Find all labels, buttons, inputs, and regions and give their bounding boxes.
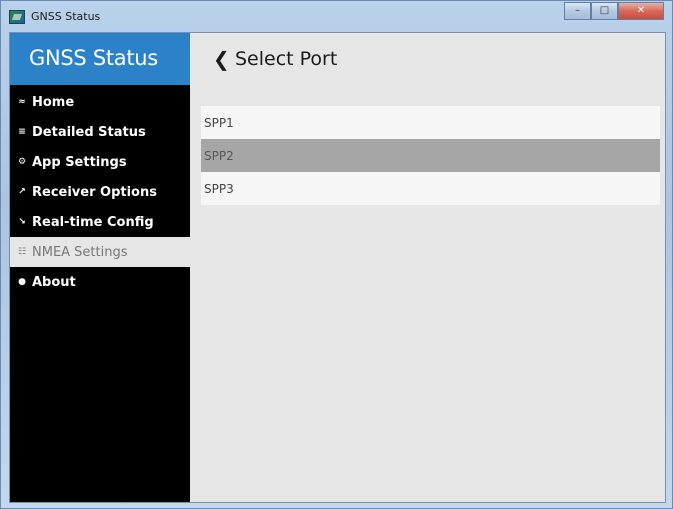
signal-icon: ↘ <box>18 217 26 227</box>
sidebar-item-detailed-status[interactable]: ≡ Detailed Status <box>10 117 190 147</box>
port-list: SPP1 SPP2 SPP3 <box>201 106 660 205</box>
sidebar-item-label: Detailed Status <box>32 124 146 140</box>
close-button[interactable]: ✕ <box>618 2 664 20</box>
sidebar-item-label: App Settings <box>32 154 127 170</box>
wrench-icon: ↗ <box>18 187 26 197</box>
gear-icon: ⚙ <box>17 157 27 167</box>
port-item-spp2[interactable]: SPP2 <box>201 139 660 172</box>
maximize-button[interactable]: □ <box>591 2 618 20</box>
sidebar-item-receiver-options[interactable]: ↗ Receiver Options <box>10 177 190 207</box>
sidebar-item-label: Real-time Config <box>32 214 154 230</box>
sidebar: GNSS Status ≈ Home ≡ Detailed Status ⚙ A… <box>10 33 190 502</box>
home-icon: ≈ <box>18 97 26 107</box>
info-icon: ● <box>18 277 26 287</box>
minimize-button[interactable]: – <box>564 2 591 20</box>
sidebar-item-about[interactable]: ● About <box>10 267 190 297</box>
window-controls: – □ ✕ <box>564 2 664 22</box>
sidebar-header: GNSS Status <box>10 33 190 85</box>
sidebar-title: GNSS Status <box>29 46 158 70</box>
nav-menu: ≈ Home ≡ Detailed Status ⚙ App Settings … <box>10 87 190 297</box>
app-icon <box>9 10 25 24</box>
client-area: GNSS Status ≈ Home ≡ Detailed Status ⚙ A… <box>9 32 666 503</box>
app-window: GNSS Status – □ ✕ GNSS Status ≈ Home ≡ D… <box>0 0 673 509</box>
sidebar-item-label: Home <box>32 94 75 110</box>
title-bar[interactable]: GNSS Status – □ ✕ <box>1 1 672 33</box>
back-arrow-icon[interactable]: ❮ <box>213 47 230 71</box>
sidebar-item-label: About <box>32 274 76 290</box>
port-item-spp3[interactable]: SPP3 <box>201 172 660 205</box>
chart-icon: ≡ <box>18 127 26 137</box>
sliders-icon: ☷ <box>17 247 27 257</box>
window-title: GNSS Status <box>31 10 101 23</box>
sidebar-item-label: Receiver Options <box>32 184 157 200</box>
sidebar-item-app-settings[interactable]: ⚙ App Settings <box>10 147 190 177</box>
page-title: Select Port <box>235 48 338 70</box>
sidebar-item-home[interactable]: ≈ Home <box>10 87 190 117</box>
sidebar-item-real-time-config[interactable]: ↘ Real-time Config <box>10 207 190 237</box>
sidebar-item-nmea-settings[interactable]: ☷ NMEA Settings <box>10 237 190 267</box>
sidebar-item-label: NMEA Settings <box>32 244 128 260</box>
main-content: ❮ Select Port SPP1 SPP2 SPP3 <box>190 33 665 502</box>
port-item-spp1[interactable]: SPP1 <box>201 106 660 139</box>
page-header: ❮ Select Port <box>190 33 665 85</box>
